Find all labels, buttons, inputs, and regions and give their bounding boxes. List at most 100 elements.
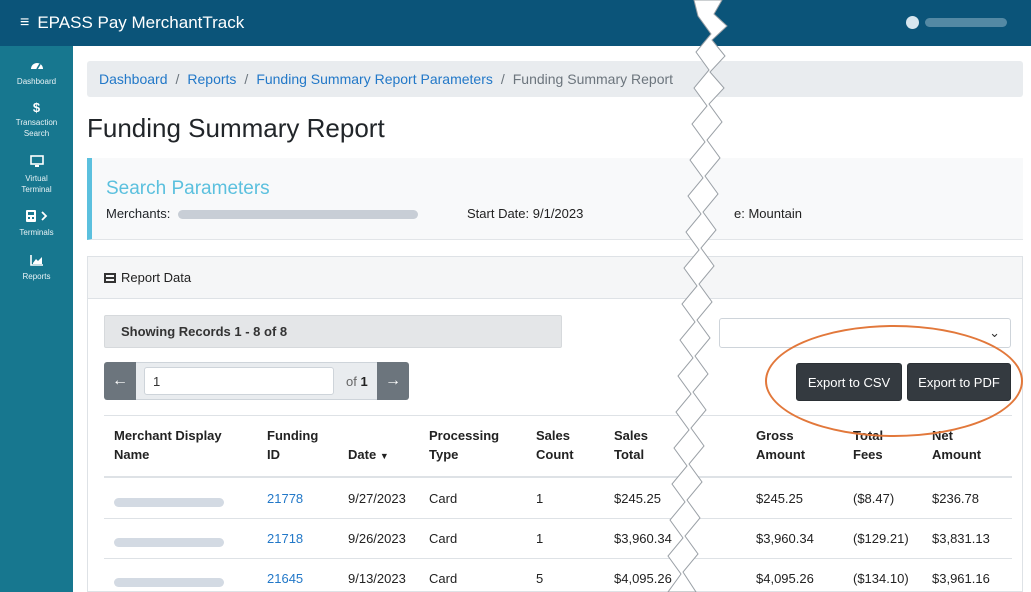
next-page-button[interactable]: → bbox=[377, 362, 409, 400]
col-sales-count[interactable]: Sales Count bbox=[536, 426, 574, 464]
cell-date: 9/13/2023 bbox=[348, 571, 406, 586]
breadcrumb-separator: / bbox=[500, 71, 505, 87]
user-circle-icon bbox=[906, 16, 919, 29]
sidebar-label: Reports bbox=[22, 272, 51, 281]
page-total-count: 1 bbox=[360, 373, 368, 389]
sidebar-item-dashboard[interactable]: Dashboard bbox=[0, 59, 73, 87]
cell-net: $236.78 bbox=[932, 491, 979, 506]
search-parameters-panel: Search Parameters Merchants: Start Date:… bbox=[87, 158, 1023, 240]
merchants-label: Merchants: bbox=[106, 206, 171, 221]
col-sales-total[interactable]: Sales Total bbox=[614, 426, 648, 464]
col-label: Gross bbox=[756, 428, 794, 443]
records-summary: Showing Records 1 - 8 of 8 bbox=[104, 315, 562, 348]
cell-type: Card bbox=[429, 531, 458, 546]
table-row: 21778 9/27/2023 Card 1 $245.25 $245.25 (… bbox=[104, 479, 1012, 519]
table-header: Merchant Display Name Funding ID Date ▼ … bbox=[104, 415, 1012, 478]
merchant-name-redacted bbox=[114, 574, 224, 589]
merchant-name-redacted bbox=[114, 494, 224, 509]
app-brand[interactable]: ≡ EPASS Pay MerchantTrack bbox=[20, 13, 244, 33]
col-funding-id[interactable]: Funding ID bbox=[267, 426, 318, 464]
prev-page-button[interactable]: ← bbox=[104, 362, 136, 400]
cell-count: 1 bbox=[536, 531, 544, 546]
col-merchant-name[interactable]: Merchant Display Name bbox=[114, 426, 222, 464]
report-data-card: Report Data Showing Records 1 - 8 of 8 ⌄… bbox=[87, 256, 1023, 592]
col-label: Merchant Display bbox=[114, 428, 222, 443]
merchants-row: Merchants: bbox=[106, 206, 418, 221]
col-label: ID bbox=[267, 447, 280, 462]
col-label: Amount bbox=[756, 447, 806, 462]
user-name-redacted bbox=[925, 18, 1007, 27]
user-menu[interactable] bbox=[906, 16, 1007, 29]
sort-down-icon: ▼ bbox=[379, 451, 389, 461]
col-processing-type[interactable]: Processing Type bbox=[429, 426, 499, 464]
breadcrumb-dashboard[interactable]: Dashboard bbox=[99, 71, 168, 87]
app-title: EPASS Pay MerchantTrack bbox=[37, 13, 245, 32]
cell-type: Card bbox=[429, 571, 458, 586]
breadcrumb-reports[interactable]: Reports bbox=[187, 71, 236, 87]
top-bar: ≡ EPASS Pay MerchantTrack bbox=[0, 0, 1031, 46]
sidebar-item-transaction-search[interactable]: $ Transaction Search bbox=[0, 101, 73, 139]
funding-id-link[interactable]: 21645 bbox=[267, 571, 303, 586]
cell-date: 9/27/2023 bbox=[348, 491, 406, 506]
merchant-name-redacted bbox=[114, 534, 224, 549]
cell-sales-total: $3,960.34 bbox=[614, 531, 672, 546]
hamburger-icon[interactable]: ≡ bbox=[20, 14, 29, 32]
sidebar-label: Virtual Terminal bbox=[21, 174, 52, 194]
breadcrumb-separator: / bbox=[244, 71, 249, 87]
funding-id-link[interactable]: 21718 bbox=[267, 531, 303, 546]
breadcrumb-separator: / bbox=[175, 71, 180, 87]
cell-type: Card bbox=[429, 491, 458, 506]
cell-fees: ($8.47) bbox=[853, 491, 895, 506]
col-gross-amount[interactable]: Gross Amount bbox=[756, 426, 805, 464]
col-date[interactable]: Date ▼ bbox=[348, 445, 389, 466]
page-size-select[interactable]: ⌄ bbox=[719, 318, 1011, 348]
report-data-header: Report Data bbox=[88, 257, 1022, 299]
page-number-input[interactable]: 1 bbox=[144, 367, 334, 395]
cell-net: $3,831.13 bbox=[932, 531, 990, 546]
cell-gross: $4,095.26 bbox=[756, 571, 814, 586]
col-label: Date bbox=[348, 447, 377, 462]
cell-gross: $245.25 bbox=[756, 491, 803, 506]
sidebar-label: Terminals bbox=[19, 228, 54, 237]
export-pdf-button[interactable]: Export to PDF bbox=[907, 363, 1011, 401]
breadcrumb-report-parameters[interactable]: Funding Summary Report Parameters bbox=[256, 71, 493, 87]
sidebar-item-reports[interactable]: Reports bbox=[0, 254, 73, 282]
timezone-text: e: Mountain bbox=[734, 206, 802, 221]
sidebar-label: Dashboard bbox=[16, 77, 57, 86]
export-csv-button[interactable]: Export to CSV bbox=[796, 363, 902, 401]
col-label: Sales bbox=[614, 428, 648, 443]
sidebar-item-terminals[interactable]: Terminals bbox=[0, 210, 73, 238]
sidebar-item-virtual-terminal[interactable]: Virtual Terminal bbox=[0, 155, 73, 195]
cell-gross: $3,960.34 bbox=[756, 531, 814, 546]
col-total-fees[interactable]: Total Fees bbox=[853, 426, 883, 464]
cell-date: 9/26/2023 bbox=[348, 531, 406, 546]
col-label: Total bbox=[614, 447, 645, 462]
page-title: Funding Summary Report bbox=[87, 113, 385, 143]
cell-count: 5 bbox=[536, 571, 544, 586]
cell-sales-total: $245.25 bbox=[614, 491, 661, 506]
cell-count: 1 bbox=[536, 491, 544, 506]
cell-fees: ($134.10) bbox=[853, 571, 909, 586]
col-label: Funding bbox=[267, 428, 319, 443]
sidebar-label: Transaction Search bbox=[15, 118, 58, 138]
page-total: of 1 bbox=[346, 374, 368, 389]
cell-sales-total: $4,095.26 bbox=[614, 571, 672, 586]
sidebar: Dashboard $ Transaction Search Virtual T… bbox=[0, 46, 73, 592]
col-label: Processing bbox=[429, 428, 500, 443]
dashboard-icon bbox=[30, 59, 44, 74]
calculator-icon bbox=[25, 210, 49, 225]
chevron-down-icon: ⌄ bbox=[989, 325, 1000, 340]
col-label: Type bbox=[429, 447, 459, 462]
col-label: Count bbox=[536, 447, 574, 462]
table-row: 21645 9/13/2023 Card 5 $4,095.26 $4,095.… bbox=[104, 559, 1012, 592]
app-root: ≡ EPASS Pay MerchantTrack Dashboard $ Tr… bbox=[0, 0, 1031, 592]
pagination: ← 1 of 1 → bbox=[104, 362, 409, 400]
col-net-amount[interactable]: Net Amount bbox=[932, 426, 981, 464]
chart-icon bbox=[29, 254, 44, 269]
start-date-text: Start Date: 9/1/2023 bbox=[467, 206, 584, 221]
funding-id-link[interactable]: 21778 bbox=[267, 491, 303, 506]
cell-fees: ($129.21) bbox=[853, 531, 909, 546]
table-icon bbox=[104, 272, 116, 283]
col-label: Total bbox=[853, 428, 884, 443]
table-row: 21718 9/26/2023 Card 1 $3,960.34 $3,960.… bbox=[104, 519, 1012, 559]
